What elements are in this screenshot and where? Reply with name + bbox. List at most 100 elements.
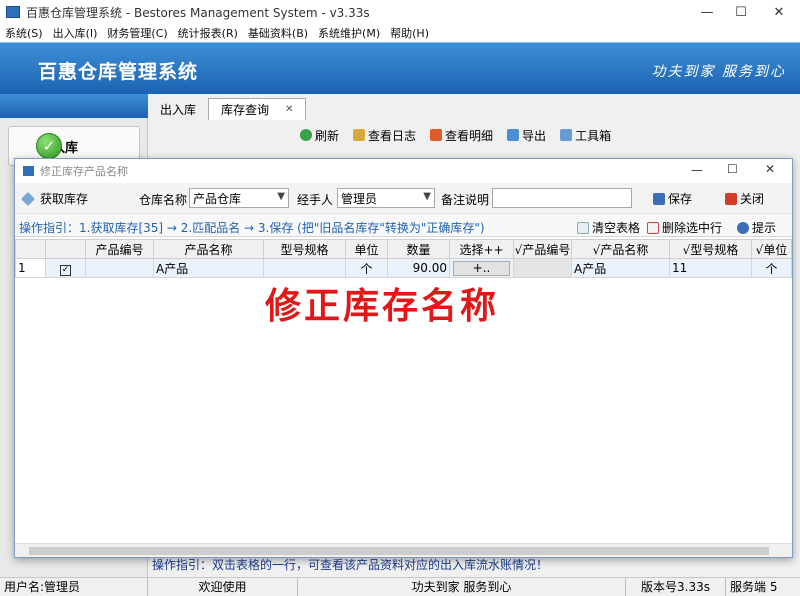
col-header[interactable]: √产品编号 (513, 239, 572, 259)
document-icon (577, 221, 589, 234)
dialog-toolbar: 获取库存 仓库名称 产品仓库 ▼ 经手人 管理员 ▼ 备注说明 保存 关闭 (15, 183, 792, 213)
col-header[interactable]: 数量 (387, 239, 450, 259)
col-header[interactable]: √单位 (751, 239, 792, 259)
export-button[interactable]: 导出 (507, 127, 546, 144)
operation-guide-text: 操作指引：1.获取库存[35] → 2.匹配品名 → 3.保存 (把"旧品名库存… (19, 221, 485, 235)
scrollbar-thumb[interactable] (29, 547, 769, 555)
cell-new-code[interactable] (513, 258, 572, 278)
cell-code[interactable] (85, 258, 154, 278)
chevron-down-icon: ▼ (277, 191, 285, 202)
left-nav-header (0, 94, 148, 118)
col-header[interactable]: 产品名称 (153, 239, 264, 259)
export-label: 导出 (522, 128, 547, 143)
tab-inout-label: 出入库 (160, 102, 197, 117)
col-header[interactable]: 单位 (345, 239, 388, 259)
table-row[interactable]: 1 ✓ A产品 个 90.00 +.. A产品 11 个 (15, 258, 792, 278)
status-service: 服务端 5 (730, 580, 778, 594)
row-checkbox[interactable]: ✓ (45, 258, 86, 278)
status-motto: 功夫到家 服务到心 (298, 577, 626, 596)
view-detail-label: 查看明细 (445, 128, 494, 143)
toolbox-label: 工具箱 (575, 128, 612, 143)
status-welcome: 欢迎使用 (148, 577, 298, 596)
view-detail-button[interactable]: 查看明细 (430, 127, 493, 144)
fix-stock-name-dialog: 修正库存产品名称 — ☐ ✕ 获取库存 仓库名称 产品仓库 ▼ 经手人 管理员 ▼ … (14, 158, 793, 558)
menu-bar: 系统(S) 出入库(I) 财务管理(C) 统计报表(R) 基础资料(B) 系统维… (0, 24, 800, 42)
refresh-label: 刷新 (315, 128, 340, 143)
note-input[interactable] (492, 188, 632, 208)
home-icon (430, 129, 443, 141)
app-icon (6, 6, 20, 18)
cell-qty[interactable]: 90.00 (387, 258, 450, 278)
window-titlebar: 百惠仓库管理系统 - Bestores Management System - … (0, 0, 800, 24)
maximize-button[interactable]: ☐ (724, 0, 758, 24)
menu-basedata[interactable]: 基础资料(B) (243, 25, 313, 41)
tab-inout[interactable]: 出入库 (148, 98, 208, 120)
menu-finance[interactable]: 财务管理(C) (102, 25, 172, 41)
match-table: 产品编号 产品名称 型号规格 单位 数量 选择++ √产品编号 √产品名称 √型… (15, 239, 792, 278)
operation-guide-bar: 操作指引：1.获取库存[35] → 2.匹配品名 → 3.保存 (把"旧品名库存… (15, 213, 792, 237)
cell-unit[interactable]: 个 (345, 258, 388, 278)
horizontal-scrollbar[interactable] (15, 543, 792, 557)
dialog-maximize-button[interactable]: ☐ (727, 162, 738, 176)
refresh-button[interactable]: 刷新 (300, 127, 339, 144)
check-circle-icon: ✓ (36, 133, 62, 159)
menu-maintenance[interactable]: 系统维护(M) (313, 25, 385, 41)
tab-stock-query-label: 库存查询 (221, 103, 270, 117)
brand-title: 百惠仓库管理系统 (38, 61, 199, 83)
close-window-button[interactable]: ✕ (762, 0, 796, 24)
brand-slogan: 功夫到家 服务到心 (651, 64, 786, 80)
delete-row-button[interactable]: 删除选中行 (647, 219, 722, 236)
note-label: 备注说明 (441, 193, 490, 207)
clear-table-button[interactable]: 清空表格 (577, 219, 640, 236)
view-log-button[interactable]: 查看日志 (353, 127, 416, 144)
table-header: 产品编号 产品名称 型号规格 单位 数量 选择++ √产品编号 √产品名称 √型… (15, 239, 792, 259)
pick-button[interactable]: +.. (453, 260, 510, 276)
handler-select[interactable]: 管理员 ▼ (337, 188, 435, 208)
minimize-button[interactable]: — (690, 0, 724, 24)
cell-spec[interactable] (263, 258, 346, 278)
fetch-stock-button[interactable]: 获取库存 (20, 190, 89, 207)
col-header[interactable]: 选择++ (449, 239, 514, 259)
chevron-down-icon: ▼ (423, 191, 431, 202)
fetch-stock-label: 获取库存 (40, 192, 89, 206)
menu-inout[interactable]: 出入库(I) (48, 25, 103, 41)
save-button[interactable]: 保存 (653, 190, 692, 207)
close-icon (725, 192, 737, 205)
save-icon (653, 192, 665, 205)
cell-new-unit[interactable]: 个 (751, 258, 792, 278)
hint-label: 提示 (752, 221, 777, 235)
menu-system[interactable]: 系统(S) (0, 25, 48, 41)
menu-reports[interactable]: 统计报表(R) (173, 25, 243, 41)
close-button[interactable]: 关闭 (725, 190, 764, 207)
export-icon (507, 129, 520, 141)
col-header (45, 239, 86, 259)
cell-new-name[interactable]: A产品 (571, 258, 670, 278)
col-header[interactable]: 产品编号 (85, 239, 154, 259)
col-header[interactable]: √产品名称 (571, 239, 670, 259)
dialog-minimize-button[interactable]: — (691, 163, 703, 177)
cell-new-spec[interactable]: 11 (669, 258, 752, 278)
help-icon (737, 221, 749, 234)
pick-button-cell[interactable]: +.. (449, 258, 514, 278)
status-version: 版本号3.33s (626, 577, 726, 596)
toolbox-button[interactable]: 工具箱 (560, 127, 611, 144)
menu-help[interactable]: 帮助(H) (385, 25, 434, 41)
banner: 百惠仓库管理系统 功夫到家 服务到心 (0, 42, 800, 94)
tab-close-icon[interactable]: ✕ (285, 104, 293, 115)
close-label: 关闭 (740, 192, 765, 206)
col-header[interactable]: 型号规格 (263, 239, 346, 259)
dialog-titlebar: 修正库存产品名称 — ☐ ✕ (15, 159, 792, 183)
cell-name[interactable]: A产品 (153, 258, 264, 278)
dialog-app-icon (23, 166, 34, 176)
hint-button[interactable]: 提示 (737, 219, 776, 236)
main-toolbar: 刷新 查看日志 查看明细 导出 工具箱 (300, 124, 625, 146)
tab-stock-query[interactable]: 库存查询 ✕ (208, 98, 307, 120)
col-header[interactable]: √型号规格 (669, 239, 752, 259)
toolbox-icon (560, 129, 573, 141)
status-bar: 用户名:管理员 欢迎使用 功夫到家 服务到心 版本号3.33s 服务端 5 (0, 577, 800, 596)
warehouse-select[interactable]: 产品仓库 ▼ (189, 188, 289, 208)
checkbox-checked-icon[interactable]: ✓ (60, 264, 71, 276)
dialog-close-button[interactable]: ✕ (765, 162, 775, 176)
view-log-label: 查看日志 (368, 128, 417, 143)
col-header (15, 239, 46, 259)
